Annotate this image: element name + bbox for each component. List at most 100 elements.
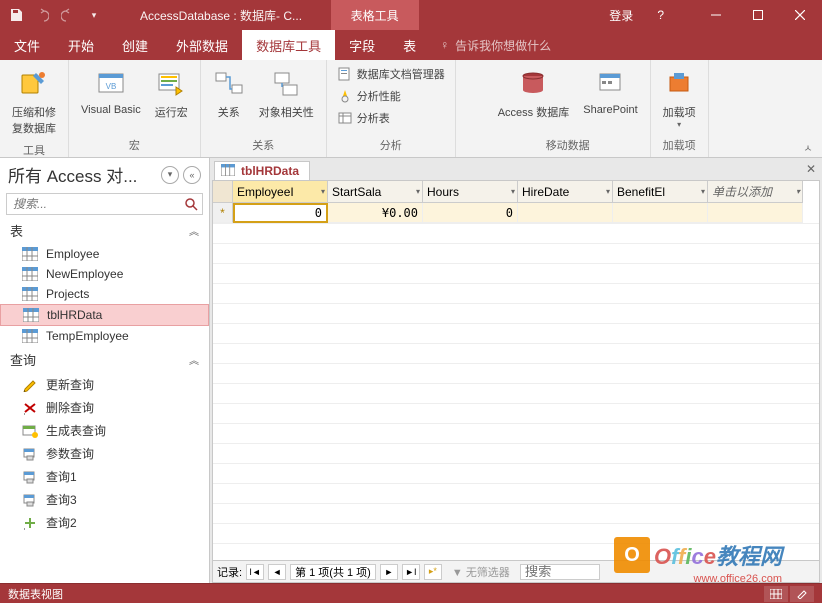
- status-bar: 数据表视图: [0, 583, 822, 603]
- cell-addnew[interactable]: [708, 203, 803, 223]
- addins-button[interactable]: 加载项 ▾: [657, 64, 702, 133]
- table-icon: [22, 247, 38, 261]
- cell-startsalary[interactable]: ¥0.00: [328, 203, 423, 223]
- query-item-delete[interactable]: 删除查询: [0, 396, 209, 419]
- tab-table[interactable]: 表: [389, 30, 430, 60]
- database-documenter-button[interactable]: 数据库文档管理器: [333, 64, 449, 84]
- table-row: * 0 ¥0.00 0: [213, 203, 819, 223]
- datasheet-header: EmployeeI▾ StartSala▾ Hours▾ HireDate▾ B…: [213, 181, 819, 203]
- sharepoint-icon: [594, 68, 626, 100]
- minimize-icon[interactable]: [702, 3, 730, 27]
- column-header-startsalary[interactable]: StartSala▾: [328, 181, 423, 203]
- cell-benefitel[interactable]: [613, 203, 708, 223]
- column-header-employeeid[interactable]: EmployeeI▾: [233, 181, 328, 203]
- column-dropdown-icon: ▾: [796, 187, 800, 196]
- select-all-cell[interactable]: [213, 181, 233, 203]
- analyze-table-icon: [337, 110, 353, 126]
- select-query-icon: [22, 447, 38, 461]
- search-icon[interactable]: [180, 194, 202, 214]
- tab-file[interactable]: 文件: [0, 30, 54, 60]
- query-item-query2[interactable]: 查询2: [0, 511, 209, 534]
- relationships-button[interactable]: 关系: [207, 64, 251, 124]
- cell-hiredate[interactable]: [518, 203, 613, 223]
- lightbulb-icon: ♀: [440, 38, 449, 52]
- record-search-input[interactable]: [520, 564, 600, 580]
- nav-collapse-icon[interactable]: «: [183, 166, 201, 184]
- table-item-employee[interactable]: Employee: [0, 244, 209, 264]
- login-link[interactable]: 登录: [609, 7, 633, 24]
- svg-text:VB: VB: [106, 82, 117, 91]
- undo-icon[interactable]: [34, 7, 50, 23]
- column-header-benefitel[interactable]: BenefitEl▾: [613, 181, 708, 203]
- compact-repair-button[interactable]: 压缩和修 复数据库: [6, 64, 62, 140]
- add-column-header[interactable]: 单击以添加▾: [708, 181, 803, 203]
- visual-basic-icon: VB: [95, 68, 127, 100]
- column-dropdown-icon: ▾: [606, 187, 610, 196]
- column-header-hours[interactable]: Hours▾: [423, 181, 518, 203]
- table-item-tempemployee[interactable]: TempEmployee: [0, 326, 209, 346]
- column-header-hiredate[interactable]: HireDate▾: [518, 181, 613, 203]
- help-icon[interactable]: ?: [657, 8, 664, 22]
- visual-basic-button[interactable]: VB Visual Basic: [75, 64, 147, 120]
- collapse-ribbon-icon[interactable]: ㅅ: [798, 139, 818, 155]
- maximize-icon[interactable]: [744, 3, 772, 27]
- sharepoint-button[interactable]: SharePoint: [577, 64, 643, 120]
- object-dependencies-button[interactable]: 对象相关性: [253, 64, 320, 124]
- query-item-update[interactable]: 更新查询: [0, 373, 209, 396]
- first-record-button[interactable]: I◄: [246, 564, 264, 580]
- redo-icon[interactable]: [60, 7, 76, 23]
- tab-external-data[interactable]: 外部数据: [162, 30, 242, 60]
- tell-me-search[interactable]: ♀ 告诉我你想做什么: [430, 37, 551, 54]
- query-item-maketable[interactable]: 生成表查询: [0, 419, 209, 442]
- table-item-tblhrdata[interactable]: tblHRData: [0, 304, 209, 326]
- table-icon: [22, 329, 38, 343]
- run-macro-button[interactable]: 运行宏: [149, 64, 194, 124]
- save-icon[interactable]: [8, 7, 24, 23]
- documenter-icon: [337, 66, 353, 82]
- query-item-parameter[interactable]: 参数查询: [0, 442, 209, 465]
- nav-search-input[interactable]: [7, 194, 180, 214]
- cell-hours[interactable]: 0: [423, 203, 518, 223]
- column-dropdown-icon: ▾: [511, 187, 515, 196]
- cell-employeeid[interactable]: 0: [233, 203, 328, 223]
- next-record-button[interactable]: ►: [380, 564, 398, 580]
- relationships-icon: [213, 68, 245, 100]
- design-view-button[interactable]: [790, 586, 814, 602]
- tab-home[interactable]: 开始: [54, 30, 108, 60]
- tab-database-tools[interactable]: 数据库工具: [242, 30, 335, 60]
- prev-record-button[interactable]: ◄: [268, 564, 286, 580]
- tab-create[interactable]: 创建: [108, 30, 162, 60]
- column-dropdown-icon: ▾: [701, 187, 705, 196]
- document-tab[interactable]: tblHRData: [214, 161, 310, 180]
- access-database-icon: [517, 68, 549, 100]
- close-document-icon[interactable]: ✕: [806, 162, 816, 176]
- table-icon: [22, 287, 38, 301]
- analyze-performance-button[interactable]: 分析性能: [333, 86, 449, 106]
- table-item-newemployee[interactable]: NewEmployee: [0, 264, 209, 284]
- query-item-query3[interactable]: 查询3: [0, 488, 209, 511]
- qat-customize-icon[interactable]: ▾: [86, 7, 102, 23]
- view-mode-label: 数据表视图: [8, 586, 63, 602]
- tab-fields[interactable]: 字段: [335, 30, 389, 60]
- access-database-button[interactable]: Access 数据库: [492, 64, 576, 124]
- nav-menu-icon[interactable]: ▾: [161, 166, 179, 184]
- chevron-up-icon: ︽: [189, 223, 199, 238]
- maketable-query-icon: [22, 424, 38, 438]
- ribbon-group-relationships: 关系 对象相关性 关系: [201, 60, 327, 157]
- close-icon[interactable]: [786, 3, 814, 27]
- navigation-pane: 所有 Access 对... ▾ « 表 ︽ Employee NewEmplo…: [0, 158, 210, 583]
- select-query-icon: [22, 470, 38, 484]
- workspace: 所有 Access 对... ▾ « 表 ︽ Employee NewEmplo…: [0, 158, 822, 583]
- watermark-url: www.office26.com: [694, 573, 782, 585]
- analyze-table-button[interactable]: 分析表: [333, 108, 449, 128]
- new-row-selector[interactable]: *: [213, 203, 233, 223]
- datasheet-grid[interactable]: [213, 223, 819, 560]
- table-item-projects[interactable]: Projects: [0, 284, 209, 304]
- nav-group-tables[interactable]: 表 ︽: [0, 217, 209, 244]
- last-record-button[interactable]: ►I: [402, 564, 420, 580]
- record-position[interactable]: 第 1 项(共 1 项): [290, 564, 376, 580]
- nav-group-queries[interactable]: 查询 ︽: [0, 346, 209, 373]
- datasheet-view-button[interactable]: [764, 586, 788, 602]
- query-item-query1[interactable]: 查询1: [0, 465, 209, 488]
- new-record-button[interactable]: ▸*: [424, 564, 442, 580]
